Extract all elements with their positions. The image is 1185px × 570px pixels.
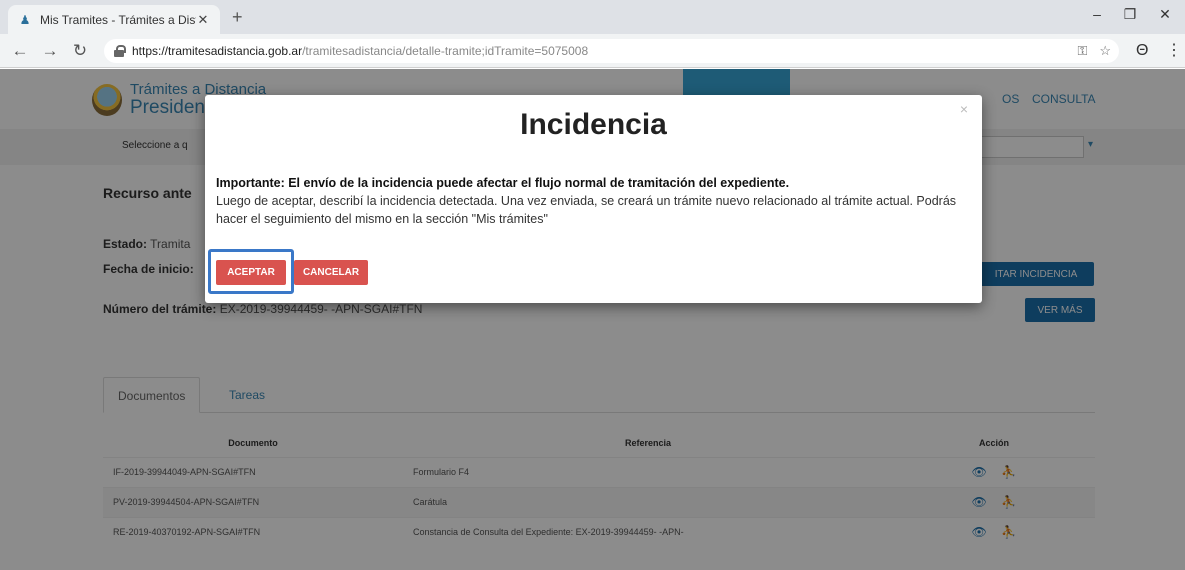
lock-icon [114,45,126,57]
modal-title: Incidencia [520,108,667,141]
maximize-button[interactable]: ❐ [1115,6,1145,23]
url-path: /tramitesadistancia/detalle-tramite;idTr… [302,44,589,58]
site-favicon-icon: ♟ [19,12,31,27]
cancel-button[interactable]: CANCELAR [294,260,368,285]
browser-toolbar: ← → ↻ https://tramitesadistancia.gob.ar /… [0,34,1185,68]
back-button[interactable]: ← [10,41,30,61]
browser-tabstrip: ♟ Mis Tramites - Trámites a Distan ✕ + –… [0,0,1185,34]
browser-menu-icon[interactable]: ⋮ [1166,41,1182,61]
browser-tab[interactable]: ♟ Mis Tramites - Trámites a Distan ✕ [8,5,220,34]
tab-close-icon[interactable]: ✕ [196,12,210,28]
modal-message: Luego de aceptar, describí la incidencia… [216,194,957,226]
bookmark-star-icon[interactable]: ☆ [1099,43,1111,59]
close-window-button[interactable]: ✕ [1150,6,1180,23]
incidencia-modal: Incidencia × Importante: El envío de la … [205,95,982,303]
account-icon[interactable]: Θ [1136,41,1148,61]
modal-warning: Importante: El envío de la incidencia pu… [216,176,790,190]
tab-title: Mis Tramites - Trámites a Distan [40,12,196,27]
key-icon[interactable]: ⚿ [1077,43,1087,59]
modal-body: Importante: El envío de la incidencia pu… [216,174,971,228]
reload-button[interactable]: ↻ [70,41,90,61]
minimize-button[interactable]: – [1082,6,1112,22]
close-icon[interactable]: × [960,101,968,117]
new-tab-button[interactable]: + [232,8,243,26]
url-host: https://tramitesadistancia.gob.ar [132,44,303,58]
address-bar[interactable]: https://tramitesadistancia.gob.ar/tramit… [104,39,1119,63]
forward-button[interactable]: → [40,41,60,61]
accept-button[interactable]: ACEPTAR [216,260,286,285]
